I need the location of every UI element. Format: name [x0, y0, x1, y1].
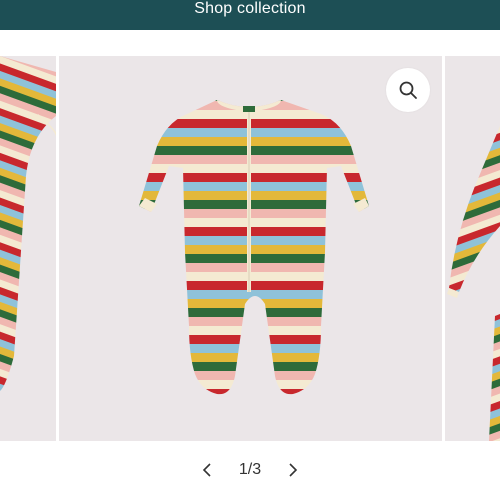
current-slide-number: 1: [238, 461, 248, 478]
product-image-carousel[interactable]: [0, 56, 500, 441]
previous-image-button[interactable]: [195, 458, 219, 482]
next-slide[interactable]: [445, 56, 500, 441]
chevron-left-icon: [202, 463, 211, 477]
slide-counter: 1 / 3: [239, 461, 261, 479]
zoom-button[interactable]: [386, 68, 430, 112]
chevron-right-icon: [289, 463, 298, 477]
previous-slide-image: [0, 56, 56, 391]
next-image-button[interactable]: [281, 458, 305, 482]
product-image: [139, 100, 369, 395]
search-icon: [399, 81, 417, 99]
main-slide[interactable]: [59, 56, 442, 441]
shop-collection-button[interactable]: Shop collection: [0, 0, 500, 30]
carousel-pager: 1 / 3: [0, 455, 500, 485]
previous-slide[interactable]: [0, 56, 56, 441]
next-slide-image: [447, 126, 500, 441]
total-slides-number: 3: [252, 461, 262, 478]
